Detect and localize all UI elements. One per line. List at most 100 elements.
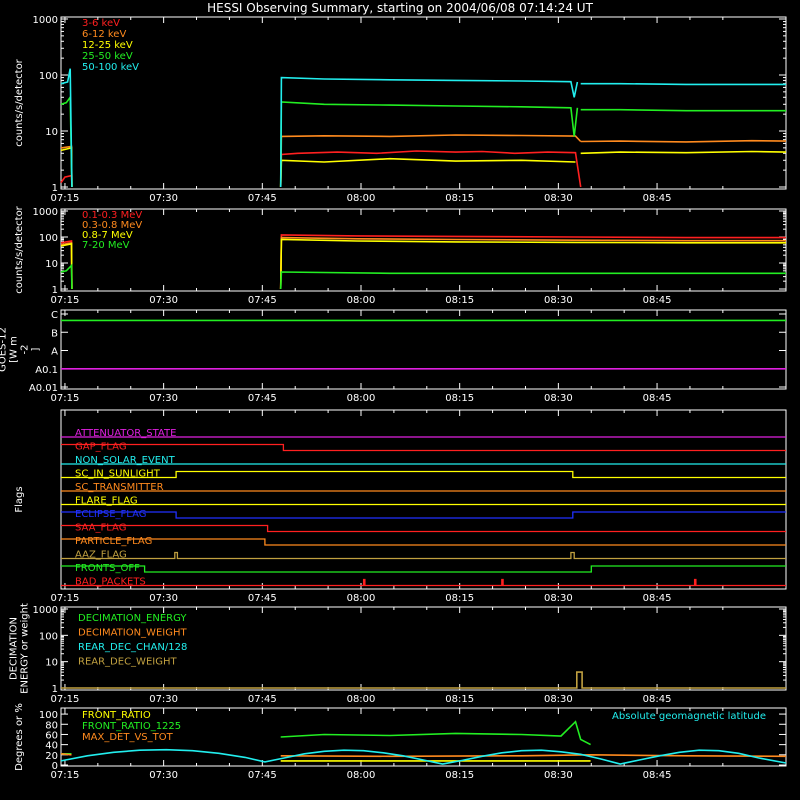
series-line — [580, 108, 786, 112]
y-tick-label: 1 — [52, 183, 58, 194]
series-line — [61, 671, 786, 689]
y-tick-label: 100 — [39, 233, 58, 244]
x-tick-label: 07:45 — [248, 193, 277, 204]
flag-label: ECLIPSE_FLAG — [75, 509, 146, 520]
legend-entry: MAX_DET_VS_TOT — [82, 732, 174, 743]
panel-frame — [60, 16, 787, 190]
y-axis-label: counts/s/detector — [14, 205, 25, 293]
x-tick-label: 08:15 — [445, 295, 474, 306]
hessi-summary-chart: HESSI Observing Summary, starting on 200… — [0, 1, 787, 781]
y-axis-label-line: ENERGY or weight — [20, 603, 31, 694]
x-tick-label: 08:30 — [544, 593, 573, 604]
x-tick-label: 08:00 — [347, 295, 376, 306]
x-tick-label: 07:30 — [149, 593, 178, 604]
y-tick-label: 100 — [39, 710, 58, 721]
series-line — [60, 174, 73, 188]
y-tick-label: C — [51, 310, 58, 321]
y-tick-label: 100 — [39, 631, 58, 642]
flag-line — [61, 551, 786, 560]
y-tick-label: 80 — [45, 720, 58, 731]
legend-entry: FRONT_RATIO_1225 — [82, 721, 181, 732]
x-tick-label: 08:45 — [643, 393, 672, 404]
x-tick-label: 08:15 — [445, 193, 474, 204]
flag-label: GAP_FLAG — [75, 442, 127, 453]
flag-label: SAA_FLAG — [75, 523, 126, 534]
panel-frame — [60, 208, 787, 292]
x-tick-label: 07:45 — [248, 694, 277, 705]
flag-label: FRONTS_OFF — [75, 563, 140, 574]
y-axis-label-line: Degrees or % — [14, 703, 25, 771]
legend-entry: 7-20 MeV — [82, 240, 130, 251]
x-tick-label: 08:45 — [643, 193, 672, 204]
legend-entry: 12-25 keV — [82, 40, 133, 51]
legend-entry: 3-6 keV — [82, 18, 120, 29]
series-line — [279, 271, 786, 290]
flag-line — [61, 511, 786, 519]
flag-line — [61, 565, 786, 573]
x-tick-label: 08:15 — [445, 694, 474, 705]
series-line — [279, 238, 786, 290]
series-line — [60, 68, 73, 188]
y-tick-label: B — [51, 328, 58, 339]
flag-line — [61, 443, 786, 452]
x-tick-label: 08:30 — [544, 694, 573, 705]
y-tick-label: A0.01 — [29, 383, 58, 394]
chart-title: HESSI Observing Summary, starting on 200… — [207, 1, 593, 15]
series-line — [280, 753, 787, 758]
flag-label: BAD_PACKETS — [75, 577, 146, 588]
series-line — [279, 101, 579, 188]
y-tick-label: 10 — [45, 658, 58, 669]
x-tick-label: 07:30 — [149, 694, 178, 705]
x-tick-label: 07:45 — [248, 770, 277, 781]
x-tick-label: 07:30 — [149, 295, 178, 306]
x-tick-label: 08:00 — [347, 193, 376, 204]
y-axis-label-line: [W m — [9, 336, 20, 363]
y-tick-label: 1000 — [33, 15, 58, 26]
y-tick-label: 20 — [45, 751, 58, 762]
flag-label: FLARE_FLAG — [75, 496, 138, 507]
legend-entry: 25-50 keV — [82, 51, 133, 62]
y-tick-label: 1 — [52, 285, 58, 296]
x-tick-label: 08:00 — [347, 770, 376, 781]
x-tick-label: 07:45 — [248, 295, 277, 306]
series-line — [279, 157, 576, 188]
x-tick-label: 08:45 — [643, 295, 672, 306]
legend-entry: 6-12 keV — [82, 29, 126, 40]
x-tick-label: 07:15 — [51, 694, 80, 705]
y-axis-label-line: DECIMATION — [9, 617, 20, 680]
panels: 07:15 07:30 07:45 08:00 08:15 08:30 08:45 count… — [0, 15, 787, 781]
y-tick-label: 1 — [52, 684, 58, 695]
legend-entry: REAR_DEC_CHAN/128 — [78, 642, 187, 653]
x-tick-label: 08:30 — [544, 393, 573, 404]
y-tick-label: 1000 — [33, 605, 58, 616]
series-line — [60, 753, 72, 756]
y-tick-label: A0.1 — [35, 365, 58, 376]
flag-label: SC_TRANSMITTER — [75, 482, 164, 493]
y-tick-label: 100 — [39, 71, 58, 82]
series-line — [580, 150, 787, 155]
flag-label: ATTENUATOR_STATE — [75, 428, 176, 439]
y-tick-label: A — [51, 347, 58, 358]
flag-label: AAZ_FLAG — [75, 550, 127, 561]
y-axis-label: Degrees or % — [14, 703, 25, 771]
x-tick-label: 07:30 — [149, 193, 178, 204]
flag-line — [61, 470, 786, 479]
y-tick-label: 1000 — [33, 207, 58, 218]
x-tick-label: 07:15 — [51, 295, 80, 306]
y-tick-label: 40 — [45, 741, 58, 752]
annotation-geomagnetic: Absolute geomagnetic latitude — [612, 711, 766, 722]
x-tick-label: 08:00 — [347, 593, 376, 604]
x-tick-label: 08:45 — [643, 694, 672, 705]
y-tick-label: 0 — [52, 761, 58, 772]
y-axis-label: counts/s/detector — [14, 58, 25, 146]
legend-entry: DECIMATION_ENERGY — [78, 613, 187, 624]
y-axis-label: DECIMATION ENERGY or weight — [9, 603, 31, 694]
y-axis-label-line: Flags — [14, 486, 25, 512]
x-tick-label: 07:15 — [51, 593, 80, 604]
flag-label: PARTICLE_FLAG — [75, 536, 152, 547]
flag-label: SC_IN_SUNLIGHT — [75, 469, 161, 480]
legend-entry: DECIMATION_WEIGHT — [78, 628, 187, 639]
flag-label: NON_SOLAR_EVENT — [75, 455, 176, 466]
flag-line — [61, 578, 786, 587]
x-tick-label: 08:00 — [347, 393, 376, 404]
